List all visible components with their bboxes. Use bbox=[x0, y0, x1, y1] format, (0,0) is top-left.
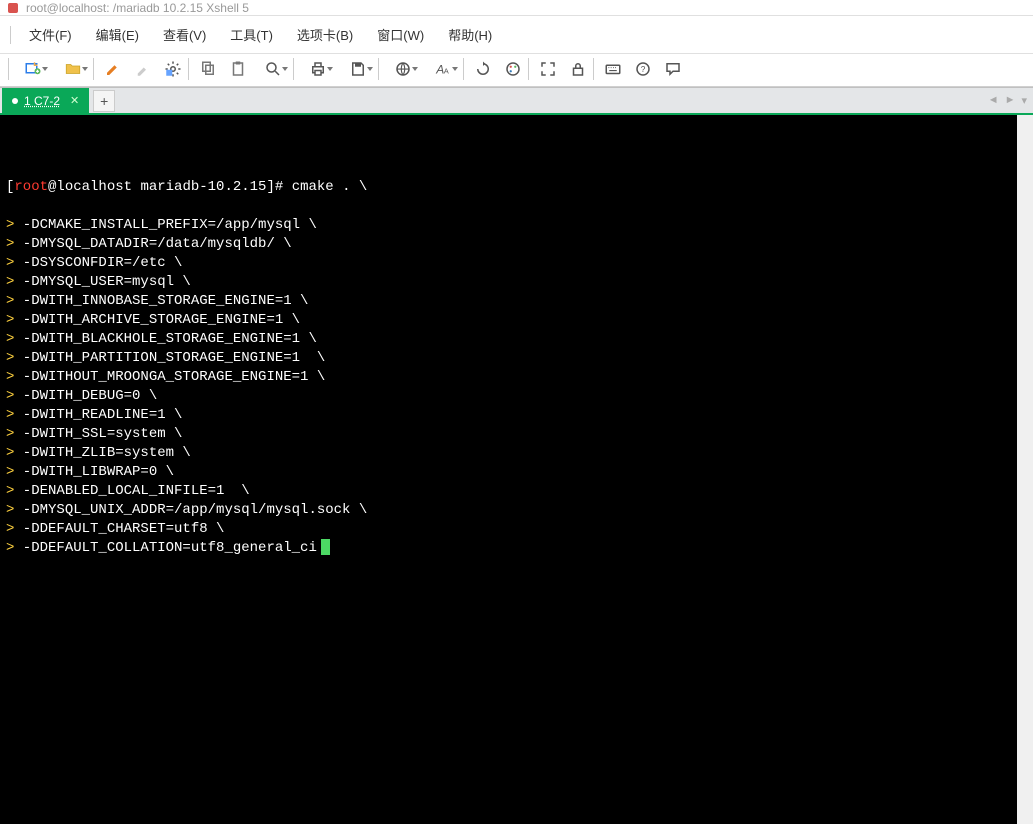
terminal-line: > -DENABLED_LOCAL_INFILE=1 \ bbox=[6, 482, 1011, 501]
terminal-line: > -DDEFAULT_COLLATION=utf8_general_ci bbox=[6, 539, 1011, 558]
encoding-button[interactable] bbox=[385, 56, 421, 82]
open-button[interactable] bbox=[55, 56, 91, 82]
window-title: root@localhost: /mariadb 10.2.15 Xshell … bbox=[26, 1, 249, 15]
terminal-line: > -DWITH_PARTITION_STORAGE_ENGINE=1 \ bbox=[6, 349, 1011, 368]
fullscreen-button[interactable] bbox=[535, 56, 561, 82]
chat-icon bbox=[664, 60, 682, 78]
add-tab-button[interactable]: + bbox=[93, 90, 115, 112]
toolbar-separator bbox=[378, 58, 379, 80]
terminal-cursor bbox=[321, 539, 330, 555]
title-bar: root@localhost: /mariadb 10.2.15 Xshell … bbox=[0, 0, 1033, 16]
search-icon bbox=[264, 60, 282, 78]
disconnect-button[interactable] bbox=[130, 56, 156, 82]
terminal-line: > -DWITH_SSL=system \ bbox=[6, 425, 1011, 444]
menu-bar: 文件(F) 编辑(E) 查看(V) 工具(T) 选项卡(B) 窗口(W) 帮助(… bbox=[0, 16, 1033, 54]
save-icon bbox=[349, 60, 367, 78]
terminal-line: > -DWITH_DEBUG=0 \ bbox=[6, 387, 1011, 406]
tab-session-1[interactable]: 1 C7-2 ✕ bbox=[2, 88, 89, 114]
terminal-line: > -DSYSCONFDIR=/etc \ bbox=[6, 254, 1011, 273]
menu-edit[interactable]: 编辑(E) bbox=[84, 22, 151, 47]
paste-icon bbox=[229, 60, 247, 78]
pencil-icon bbox=[104, 60, 122, 78]
tab-close-icon[interactable]: ✕ bbox=[70, 94, 79, 107]
toolbar-separator bbox=[93, 58, 94, 80]
svg-text:?: ? bbox=[641, 65, 646, 74]
menu-tabs[interactable]: 选项卡(B) bbox=[285, 22, 365, 47]
tab-bar: 1 C7-2 ✕ + ◄ ► ▾ bbox=[0, 87, 1033, 115]
prompt-symbol: # bbox=[275, 179, 283, 195]
font-icon: AA bbox=[434, 60, 452, 78]
terminal-command: cmake . \ bbox=[292, 179, 368, 195]
globe-icon bbox=[394, 60, 412, 78]
properties-button[interactable] bbox=[160, 56, 186, 82]
terminal-line: > -DDEFAULT_CHARSET=utf8 \ bbox=[6, 520, 1011, 539]
menu-tools[interactable]: 工具(T) bbox=[218, 22, 285, 47]
chat-button[interactable] bbox=[660, 56, 686, 82]
menu-file[interactable]: 文件(F) bbox=[17, 22, 84, 47]
lock-icon bbox=[569, 60, 587, 78]
toolbar-separator bbox=[463, 58, 464, 80]
svg-text:A: A bbox=[444, 67, 449, 76]
keyboard-button[interactable] bbox=[600, 56, 626, 82]
paste-button[interactable] bbox=[225, 56, 251, 82]
gear-icon bbox=[164, 60, 182, 78]
terminal-line: > -DWITH_ARCHIVE_STORAGE_ENGINE=1 \ bbox=[6, 311, 1011, 330]
scrollbar-thumb[interactable] bbox=[1019, 119, 1031, 179]
lock-button[interactable] bbox=[565, 56, 591, 82]
find-button[interactable] bbox=[255, 56, 291, 82]
svg-text:A: A bbox=[435, 63, 444, 77]
copy-button[interactable] bbox=[195, 56, 221, 82]
refresh-icon bbox=[474, 60, 492, 78]
keyboard-icon bbox=[604, 60, 622, 78]
tab-label: 1 C7-2 bbox=[24, 94, 60, 108]
terminal-line: > -DWITH_INNOBASE_STORAGE_ENGINE=1 \ bbox=[6, 292, 1011, 311]
tab-prev-icon[interactable]: ◄ bbox=[988, 94, 999, 107]
copy-icon bbox=[199, 60, 217, 78]
terminal-line: > -DWITH_ZLIB=system \ bbox=[6, 444, 1011, 463]
menu-help[interactable]: 帮助(H) bbox=[436, 22, 504, 47]
terminal[interactable]: [root@localhost mariadb-10.2.15]# cmake … bbox=[0, 115, 1033, 824]
font-button[interactable]: AA bbox=[425, 56, 461, 82]
terminal-line: > -DMYSQL_USER=mysql \ bbox=[6, 273, 1011, 292]
terminal-line: > -DWITH_READLINE=1 \ bbox=[6, 406, 1011, 425]
menu-view[interactable]: 查看(V) bbox=[151, 22, 218, 47]
folder-open-icon bbox=[64, 60, 82, 78]
toolbar-separator bbox=[8, 58, 9, 80]
help-button[interactable]: ? bbox=[630, 56, 656, 82]
toolbar: AA ? bbox=[0, 54, 1033, 87]
help-icon: ? bbox=[634, 60, 652, 78]
terminal-line: > -DWITH_LIBWRAP=0 \ bbox=[6, 463, 1011, 482]
printer-icon bbox=[309, 60, 327, 78]
terminal-line: > -DMYSQL_DATADIR=/data/mysqldb/ \ bbox=[6, 235, 1011, 254]
toolbar-separator bbox=[188, 58, 189, 80]
prompt-user: root bbox=[14, 179, 48, 195]
menu-separator bbox=[10, 26, 11, 44]
new-session-button[interactable] bbox=[15, 56, 51, 82]
tab-list-icon[interactable]: ▾ bbox=[1021, 94, 1027, 107]
plus-icon: + bbox=[100, 93, 108, 109]
print-button[interactable] bbox=[300, 56, 336, 82]
toolbar-separator bbox=[593, 58, 594, 80]
brush-icon bbox=[134, 60, 152, 78]
prompt-path: mariadb-10.2.15 bbox=[140, 179, 266, 195]
refresh-button[interactable] bbox=[470, 56, 496, 82]
terminal-line: > -DWITH_BLACKHOLE_STORAGE_ENGINE=1 \ bbox=[6, 330, 1011, 349]
tab-nav: ◄ ► ▾ bbox=[988, 94, 1027, 107]
terminal-line: > -DWITHOUT_MROONGA_STORAGE_ENGINE=1 \ bbox=[6, 368, 1011, 387]
tab-status-icon bbox=[12, 98, 18, 104]
new-session-icon bbox=[24, 60, 42, 78]
save-button[interactable] bbox=[340, 56, 376, 82]
toolbar-separator bbox=[293, 58, 294, 80]
terminal-line: > -DCMAKE_INSTALL_PREFIX=/app/mysql \ bbox=[6, 216, 1011, 235]
color-scheme-button[interactable] bbox=[500, 56, 526, 82]
tab-next-icon[interactable]: ► bbox=[1005, 94, 1016, 107]
fullscreen-icon bbox=[539, 60, 557, 78]
terminal-line: > -DMYSQL_UNIX_ADDR=/app/mysql/mysql.soc… bbox=[6, 501, 1011, 520]
menu-window[interactable]: 窗口(W) bbox=[365, 22, 436, 47]
app-icon bbox=[8, 3, 18, 13]
toolbar-separator bbox=[528, 58, 529, 80]
reconnect-button[interactable] bbox=[100, 56, 126, 82]
terminal-prompt-line: [root@localhost mariadb-10.2.15]# cmake … bbox=[6, 178, 1011, 197]
palette-icon bbox=[504, 60, 522, 78]
